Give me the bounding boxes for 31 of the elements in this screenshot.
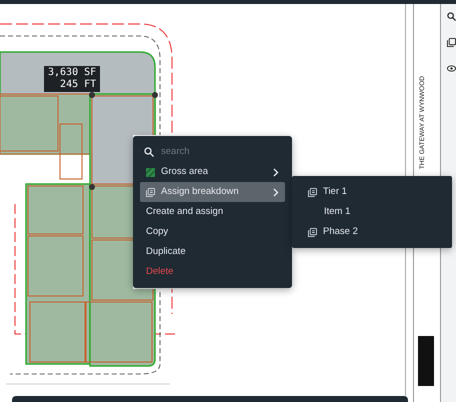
menu-item-label: Create and assign — [146, 204, 224, 219]
breakdown-icon — [146, 188, 155, 196]
menu-item-label: Phase 2 — [323, 224, 358, 239]
chevron-right-icon — [273, 188, 279, 196]
hatch-swatch-icon — [146, 168, 155, 176]
length-text: 245 FT — [59, 79, 96, 91]
chevron-right-icon — [273, 168, 279, 176]
menu-item-label: Copy — [146, 224, 168, 239]
menu-item[interactable]: Phase 2 — [302, 222, 442, 242]
search-field[interactable]: search — [161, 144, 271, 160]
menu-item[interactable]: Gross area — [140, 162, 285, 182]
menu-item[interactable]: Duplicate — [140, 242, 285, 262]
area-text: 3,630 SF — [48, 67, 96, 79]
menu-item[interactable]: Copy — [140, 222, 285, 242]
menu-item[interactable]: Assign breakdown — [140, 182, 285, 202]
search-icon[interactable] — [447, 12, 456, 21]
layers-icon[interactable] — [447, 38, 456, 47]
menu-item[interactable]: Delete — [140, 262, 285, 282]
menu-item-label: Duplicate — [146, 244, 186, 259]
search-icon — [144, 147, 154, 157]
menu-item-label: Assign breakdown — [161, 184, 239, 199]
menu-item[interactable]: Item 1 — [302, 202, 442, 222]
eye-icon[interactable] — [447, 64, 456, 73]
menu-item[interactable]: Tier 1 — [302, 182, 442, 202]
breakdown-icon — [308, 188, 317, 196]
breakdown-icon — [308, 228, 317, 236]
menu-item-label: Gross area — [161, 164, 208, 179]
menu-item-label: Tier 1 — [323, 184, 347, 199]
menu-item-label: Delete — [146, 264, 174, 279]
menu-item-label: Item 1 — [324, 204, 350, 219]
menu-item[interactable]: Create and assign — [140, 202, 285, 222]
